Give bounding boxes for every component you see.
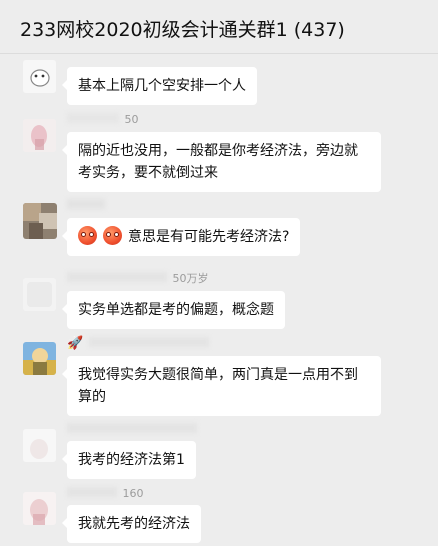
message-bubble[interactable]: 基本上隔几个空安排一个人	[62, 67, 257, 105]
message-text: 实务单选都是考的偏题，概念题	[78, 302, 274, 318]
avatar[interactable]	[23, 60, 56, 93]
message-text: 我就先考的经济法	[78, 516, 190, 532]
message-text: 我考的经济法第1	[78, 452, 185, 468]
avatar-image	[23, 203, 57, 239]
sender-name: 50万岁	[67, 270, 209, 286]
message-list[interactable]: 基本上隔几个空安排一个人 50 隔的近也没用，一般都是你考经济法，旁边就考实务，…	[0, 54, 438, 546]
sender-name-blurred	[67, 113, 119, 123]
angry-face-icon	[78, 226, 97, 245]
avatar[interactable]	[23, 342, 56, 375]
avatar[interactable]	[23, 492, 56, 525]
avatar[interactable]	[23, 119, 56, 152]
message-bubble[interactable]: 实务单选都是考的偏题，概念题	[62, 291, 285, 329]
chat-title[interactable]: 233网校2020初级会计通关群1 (437)	[20, 15, 345, 42]
message-bubble[interactable]: 我考的经济法第1	[62, 441, 196, 479]
rocket-icon: 🚀	[67, 336, 84, 351]
sender-name-blurred	[67, 199, 105, 209]
avatar-image	[23, 429, 56, 462]
avatar-image	[23, 278, 56, 311]
angry-face-icon	[103, 226, 122, 245]
message-bubble[interactable]: 隔的近也没用，一般都是你考经济法，旁边就考实务，要不就倒过来	[62, 132, 381, 192]
avatar[interactable]	[23, 429, 56, 462]
message-bubble[interactable]: 意思是有可能先考经济法?	[61, 218, 301, 256]
message-text: 基本上隔几个空安排一个人	[78, 78, 246, 94]
sender-name	[67, 199, 105, 215]
sender-name-blurred	[67, 272, 167, 282]
avatar-image	[23, 119, 56, 152]
avatar[interactable]	[23, 203, 57, 239]
chat-header: 233网校2020初级会计通关群1 (437)	[0, 0, 438, 54]
sender-name: 🚀	[67, 336, 210, 352]
sender-name	[67, 423, 197, 439]
sender-name: 160	[67, 487, 144, 503]
avatar[interactable]	[23, 278, 56, 311]
avatar-image	[23, 60, 56, 93]
avatar-image	[23, 342, 56, 375]
message-bubble[interactable]: 我觉得实务大题很简单，两门真是一点用不到算的	[62, 356, 381, 416]
sender-name-blurred	[67, 423, 197, 433]
message-bubble[interactable]: 我就先考的经济法	[62, 505, 201, 543]
avatar-image	[23, 492, 56, 525]
message-text: 我觉得实务大题很简单，两门真是一点用不到算的	[78, 367, 358, 405]
sender-name-blurred	[89, 337, 210, 347]
message-text: 隔的近也没用，一般都是你考经济法，旁边就考实务，要不就倒过来	[78, 143, 358, 181]
sender-name-blurred	[67, 487, 117, 497]
message-text: 意思是有可能先考经济法?	[128, 229, 290, 245]
sender-name: 50	[67, 113, 139, 129]
